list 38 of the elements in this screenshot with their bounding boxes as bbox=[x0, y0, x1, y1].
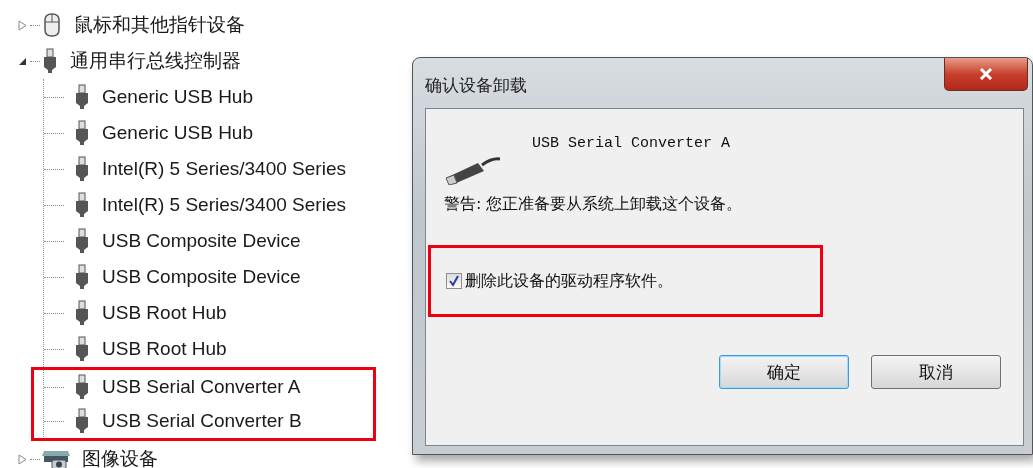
usb-plug-icon bbox=[74, 408, 90, 434]
close-button[interactable] bbox=[944, 58, 1028, 91]
usb-plug-icon bbox=[74, 300, 90, 326]
ok-button[interactable]: 确定 bbox=[719, 355, 849, 389]
window-title: 确认设备卸载 bbox=[425, 73, 527, 97]
scanner-camera-icon bbox=[42, 448, 70, 468]
usb-plug-icon bbox=[74, 156, 90, 182]
tree-item[interactable]: 图像设备 bbox=[82, 446, 158, 468]
usb-plug-icon bbox=[74, 120, 90, 146]
usb-plug-icon bbox=[74, 192, 90, 218]
usb-cable-icon bbox=[444, 155, 502, 185]
checkbox[interactable] bbox=[446, 273, 462, 289]
tree-item[interactable]: USB Serial Converter B bbox=[102, 410, 302, 432]
usb-plug-icon bbox=[74, 84, 90, 110]
usb-plug-icon bbox=[74, 264, 90, 290]
tree-item[interactable]: USB Composite Device bbox=[102, 266, 301, 288]
close-icon bbox=[979, 68, 993, 80]
usb-plug-icon bbox=[74, 228, 90, 254]
usb-plug-icon bbox=[74, 336, 90, 362]
usb-plug-icon bbox=[42, 48, 58, 74]
tree-item[interactable]: USB Composite Device bbox=[102, 230, 301, 252]
expand-arrow-icon[interactable] bbox=[16, 453, 28, 465]
tree-item[interactable]: USB Root Hub bbox=[102, 338, 227, 360]
tree-item[interactable]: Intel(R) 5 Series/3400 Series bbox=[102, 158, 346, 180]
tree-item[interactable]: USB Root Hub bbox=[102, 302, 227, 324]
device-name: USB Serial Converter A bbox=[532, 135, 731, 152]
warning-text: 警告: 您正准备要从系统上卸载这个设备。 bbox=[444, 194, 744, 215]
tree-item[interactable]: USB Serial Converter A bbox=[102, 376, 301, 398]
cancel-button[interactable]: 取消 bbox=[871, 355, 1001, 389]
expand-arrow-icon[interactable] bbox=[16, 19, 28, 31]
tree-item[interactable]: Generic USB Hub bbox=[102, 122, 253, 144]
tree-item[interactable]: 通用串行总线控制器 bbox=[70, 48, 241, 74]
tree-item[interactable]: Intel(R) 5 Series/3400 Series bbox=[102, 194, 346, 216]
usb-plug-icon bbox=[74, 374, 90, 400]
checkbox-label[interactable]: 删除此设备的驱动程序软件。 bbox=[465, 270, 673, 292]
tree-item[interactable]: Generic USB Hub bbox=[102, 86, 253, 108]
mouse-icon bbox=[42, 12, 62, 38]
tree-item[interactable]: 鼠标和其他指针设备 bbox=[74, 12, 245, 38]
